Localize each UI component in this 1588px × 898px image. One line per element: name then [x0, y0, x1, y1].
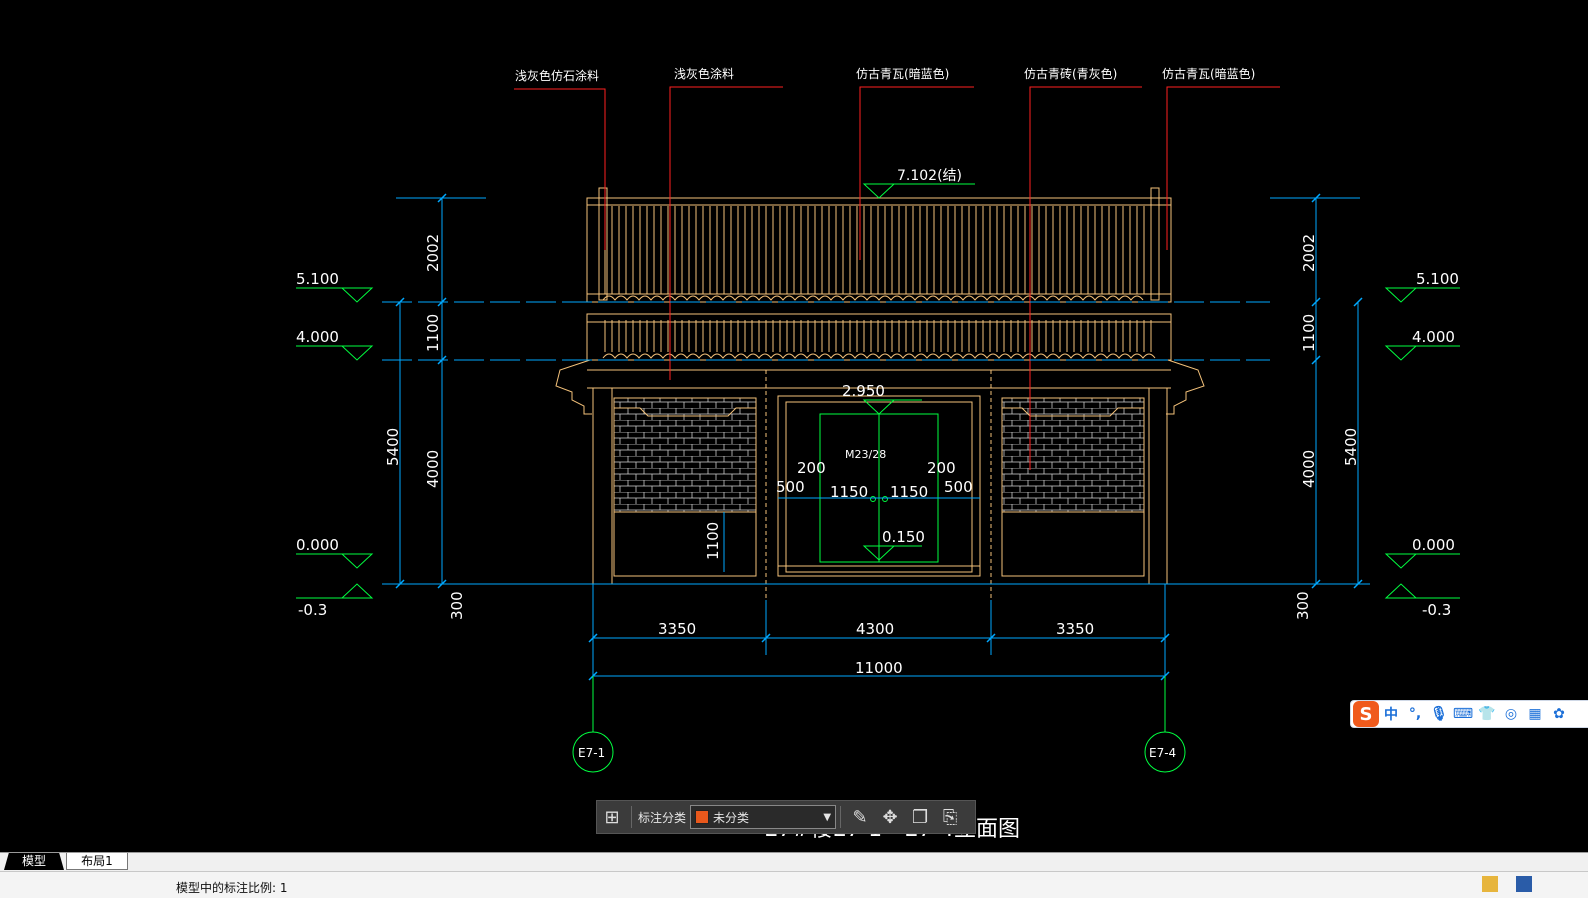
- tab-model[interactable]: 模型: [4, 853, 64, 870]
- layout-tabs-bar: 模型 布局1: [0, 852, 1588, 871]
- apps-icon[interactable]: ▦: [1523, 706, 1547, 722]
- dim-11000: 11000: [855, 659, 903, 677]
- axis-label-right: E7-4: [1149, 746, 1176, 760]
- ime-logo-icon[interactable]: S: [1353, 701, 1379, 727]
- ime-language-toggle[interactable]: 中: [1379, 704, 1403, 724]
- material-label-2: 浅灰色涂料: [674, 66, 734, 81]
- dim-2002-right: 2002: [1300, 234, 1318, 272]
- dim-4300: 4300: [856, 620, 894, 638]
- keyboard-icon[interactable]: ⌨: [1451, 706, 1475, 722]
- settings-icon[interactable]: ✿: [1547, 706, 1571, 722]
- door-elev-top: 2.950: [842, 382, 885, 400]
- dim-4000-right: 4000: [1300, 450, 1318, 488]
- copy-icon[interactable]: ❐: [905, 802, 935, 832]
- elev-left-0000: 0.000: [296, 536, 339, 554]
- door-dim-200-left: 200: [797, 459, 826, 477]
- door-tag: M23/28: [845, 448, 886, 461]
- elev-right-4000: 4.000: [1412, 328, 1455, 346]
- elev-left-neg03: -0.3: [298, 601, 327, 619]
- category-color-swatch: [695, 810, 710, 824]
- paste-icon[interactable]: ⎘: [935, 802, 965, 832]
- dim-4000-left: 4000: [424, 450, 442, 488]
- folder-icon[interactable]: [1482, 876, 1498, 892]
- ridge-elevation-text: 7.102(结): [897, 168, 962, 184]
- move-icon[interactable]: ✥: [875, 802, 905, 832]
- dimension-texts: 2002 1100 4000 5400 300 2002 1100 4000 5…: [384, 234, 1360, 677]
- edit-icon[interactable]: ✎: [845, 802, 875, 832]
- door-dim-200-right: 200: [927, 459, 956, 477]
- grid-icon[interactable]: ⊞: [597, 802, 627, 832]
- dim-2002-left: 2002: [424, 234, 442, 272]
- ime-punctuation-toggle[interactable]: °,: [1403, 706, 1427, 722]
- dim-sill-1100: 1100: [704, 522, 722, 560]
- material-label-3: 仿古青瓦(暗蓝色): [856, 66, 949, 81]
- annotation-category-value: 未分类: [713, 810, 750, 825]
- elev-right-neg03: -0.3: [1422, 601, 1451, 619]
- toolbar-separator: [631, 806, 632, 828]
- material-label-1: 浅灰色仿石涂料: [515, 68, 599, 83]
- dim-3350-right: 3350: [1056, 620, 1094, 638]
- axis-label-left: E7-1: [578, 746, 605, 760]
- tab-layout1[interactable]: 布局1: [66, 853, 128, 870]
- elev-left-4000: 4.000: [296, 328, 339, 346]
- door-dim-1150-left: 1150: [830, 483, 868, 501]
- dim-300-left: 300: [448, 591, 466, 620]
- elev-right-5100: 5.100: [1416, 270, 1459, 288]
- ime-toolbar: S 中 °, 🎙 ⌨ 👕 ◎ ▦ ✿: [1350, 700, 1588, 728]
- material-label-4: 仿古青砖(青灰色): [1024, 66, 1117, 81]
- annotation-toolbar: ⊞ 标注分类 未分类 ▼ ✎ ✥ ❐ ⎘: [596, 800, 976, 834]
- skin-icon[interactable]: 👕: [1475, 706, 1499, 722]
- app-icon[interactable]: [1516, 876, 1532, 892]
- door-dim-500-left: 500: [776, 478, 805, 496]
- door-dim-1150-right: 1150: [890, 483, 928, 501]
- dim-5400-right: 5400: [1342, 428, 1360, 466]
- dim-300-right: 300: [1294, 591, 1312, 620]
- door-dim-500-right: 500: [944, 478, 973, 496]
- status-bar: 模型中的标注比例: 1: [0, 871, 1588, 898]
- microphone-icon[interactable]: 🎙: [1427, 706, 1451, 722]
- axis-markers: E7-1 E7-4: [572, 676, 1186, 773]
- chevron-down-icon: ▼: [823, 811, 832, 823]
- door-elev-bottom: 0.150: [882, 528, 925, 546]
- annotation-category-dropdown[interactable]: 未分类 ▼: [690, 805, 837, 829]
- gamepad-icon[interactable]: ◎: [1499, 706, 1523, 722]
- status-text: 模型中的标注比例: 1: [176, 881, 288, 895]
- material-labels: 浅灰色仿石涂料 浅灰色涂料 仿古青瓦(暗蓝色) 仿古青砖(青灰色) 仿古青瓦(暗…: [515, 66, 1255, 83]
- elev-left-5100: 5.100: [296, 270, 339, 288]
- dim-5400-left: 5400: [384, 428, 402, 466]
- elev-right-0000: 0.000: [1412, 536, 1455, 554]
- dim-3350-left: 3350: [658, 620, 696, 638]
- status-icons: [1482, 876, 1532, 892]
- toolbar-separator: [840, 806, 842, 828]
- dim-1100-right: 1100: [1300, 314, 1318, 352]
- ridge-elevation-mark: 7.102(结): [862, 168, 975, 199]
- dim-1100-left: 1100: [424, 314, 442, 352]
- material-label-5: 仿古青瓦(暗蓝色): [1162, 66, 1255, 81]
- annotation-category-label: 标注分类: [638, 810, 687, 825]
